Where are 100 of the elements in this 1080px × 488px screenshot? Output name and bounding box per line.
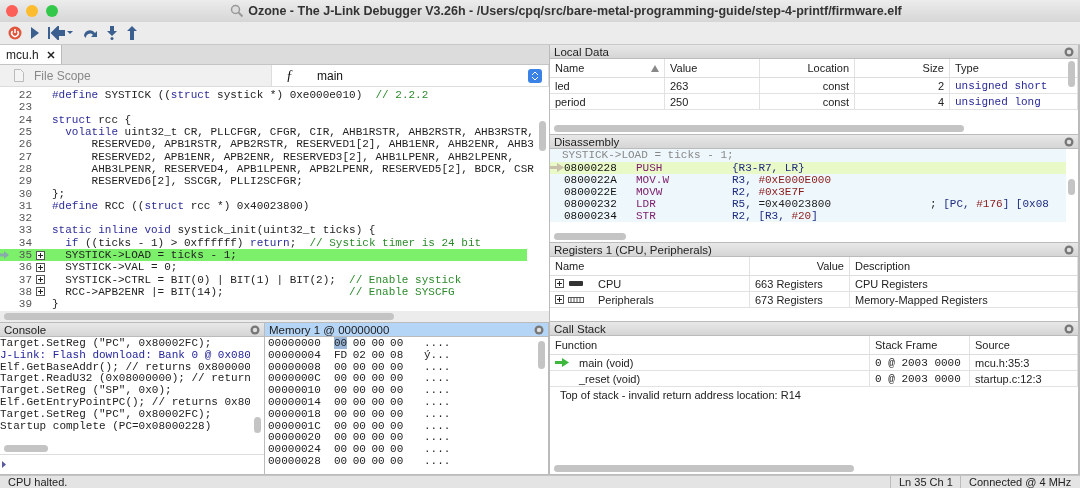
expand-icon[interactable] xyxy=(555,279,564,288)
column-header[interactable]: Function xyxy=(550,336,870,354)
tree-item[interactable]: Peripherals xyxy=(550,292,750,307)
panel-title: Console xyxy=(4,323,47,336)
column-header[interactable]: Description xyxy=(850,257,1078,275)
scrollbar-thumb[interactable] xyxy=(539,121,546,151)
memory-bytes: 00 00 00 00 xyxy=(334,432,405,445)
console-line: Startup complete (PC=0x08000228) xyxy=(0,420,213,433)
memory-ascii: .... xyxy=(424,373,452,386)
expand-icon[interactable] xyxy=(36,287,45,297)
operands: R5, =0x40023800 xyxy=(732,198,833,211)
memory-ascii: .... xyxy=(424,385,452,397)
column-header[interactable]: Stack Frame xyxy=(870,336,970,354)
console-line: Target.SetReg ("PC", 0x80002FC); xyxy=(0,338,213,350)
play-icon[interactable] xyxy=(30,26,40,40)
scrollbar-thumb[interactable] xyxy=(1068,61,1075,87)
scrollbar-thumb[interactable] xyxy=(554,465,854,472)
memory-bytes: 00 00 00 00 xyxy=(334,408,405,421)
scrollbar-thumb[interactable] xyxy=(1068,179,1075,195)
code-text: AHB3LPENR, RESERVED4, APB1LPENR, APB2LPENR, RESERVED5[2], BDCR, CSR xyxy=(90,162,534,175)
panel-title: Call Stack xyxy=(554,322,606,335)
code-text: SYSTICK->LOAD = ticks - 1; xyxy=(64,249,237,261)
current-position-arrow-icon xyxy=(555,358,569,367)
memory-bytes: 00 00 00 00 xyxy=(334,373,405,386)
instruction-comment: ; [PC, #176] [0x08 xyxy=(930,198,1049,211)
table-cell: 0 @ 2003 0000 xyxy=(870,371,970,386)
memory-address: 0000001C xyxy=(268,420,322,433)
code-text: static inline void systick_init(uint32_t ticks) { xyxy=(51,224,376,237)
power-icon[interactable] xyxy=(8,26,22,40)
close-icon[interactable] xyxy=(46,50,55,59)
memory-bytes: 00 00 00 00 xyxy=(334,397,405,409)
table-cell: const xyxy=(760,78,855,93)
line-number: 32 xyxy=(17,212,33,225)
column-header[interactable]: Location xyxy=(760,59,855,77)
step-back-icon[interactable] xyxy=(48,26,74,40)
scrollbar-thumb[interactable] xyxy=(554,233,626,240)
console-line: Elf.GetEntryPointPC(); // returns 0x80 xyxy=(0,397,250,409)
memory-ascii: ý... xyxy=(424,349,452,362)
column-header[interactable]: Name xyxy=(550,257,750,275)
file-tab[interactable]: mcu.h xyxy=(0,45,62,64)
memory-bytes: FD 02 00 08 xyxy=(334,349,405,362)
close-window-button[interactable] xyxy=(6,5,18,17)
scrollbar-thumb[interactable] xyxy=(4,313,394,320)
memory-bytes: 00 00 00 00 xyxy=(334,420,405,433)
function-dropdown[interactable]: ƒ main xyxy=(272,65,549,86)
scrollbar-thumb[interactable] xyxy=(538,341,545,369)
table-cell: CPU Registers xyxy=(850,276,1078,291)
mnemonic: STR xyxy=(636,210,657,223)
column-header[interactable]: Value xyxy=(750,257,850,275)
expand-icon[interactable] xyxy=(36,275,45,285)
memory-address: 00000024 xyxy=(268,444,322,456)
scrollbar-thumb[interactable] xyxy=(4,445,48,452)
table-cell: 673 Registers xyxy=(750,292,850,307)
sort-icon xyxy=(651,64,659,72)
line-number: 33 xyxy=(17,224,33,237)
scrollbar-thumb[interactable] xyxy=(554,125,964,132)
memory-bytes: 00 00 00 00 xyxy=(334,385,405,397)
memory-bytes: 00 00 00 00 xyxy=(334,444,405,456)
line-number: 31 xyxy=(17,199,33,212)
memory-address: 00000004 xyxy=(268,349,322,362)
memory-ascii: .... xyxy=(424,420,452,433)
tree-item[interactable]: CPU xyxy=(550,276,750,291)
stack-message: Top of stack - invalid return address location: R14 xyxy=(559,388,802,403)
expand-icon[interactable] xyxy=(36,250,45,260)
instruction-address: 08000234 xyxy=(564,210,618,223)
operands: R2, [R3, #20] xyxy=(732,210,819,223)
line-number: 26 xyxy=(17,138,33,151)
pc-arrow-icon xyxy=(550,163,564,173)
operands: R3, #0xE000E000 xyxy=(732,173,833,186)
column-header[interactable]: Source xyxy=(970,336,1078,354)
scrollbar-thumb[interactable] xyxy=(254,417,261,433)
line-number: 37 xyxy=(17,273,33,286)
memory-address: 00000020 xyxy=(268,432,322,445)
tab-label: mcu.h xyxy=(6,47,39,62)
memory-ascii: .... xyxy=(424,408,452,421)
table-cell: 4 xyxy=(855,94,950,109)
table-cell: 2 xyxy=(855,78,950,93)
line-number: 23 xyxy=(17,101,33,114)
line-number: 22 xyxy=(17,89,33,102)
stack-frame-row[interactable]: _reset (void) xyxy=(550,371,870,386)
memory-address: 00000010 xyxy=(268,385,322,397)
mnemonic: MOVW xyxy=(636,185,664,198)
table-cell: 663 Registers xyxy=(750,276,850,291)
column-header[interactable]: Value xyxy=(665,59,760,77)
memory-bytes: 00 00 00 00 xyxy=(334,455,405,468)
stack-frame-row[interactable]: main (void) xyxy=(550,355,870,370)
line-number: 24 xyxy=(17,113,33,126)
expand-icon[interactable] xyxy=(555,295,564,304)
panel-title: Local Data xyxy=(554,45,609,58)
step-out-icon[interactable] xyxy=(126,26,138,40)
column-header[interactable]: Size xyxy=(855,59,950,77)
pc-arrow-icon xyxy=(0,251,9,259)
table-cell: 0 @ 2003 0000 xyxy=(870,355,970,370)
table-cell: period xyxy=(550,94,665,109)
code-text: RESERVED0, APB1RSTR, APB2RSTR, RESERVED1[2], AHB1ENR, AHB2ENR, AHB3 xyxy=(90,138,534,151)
memory-ascii: .... xyxy=(424,444,452,456)
expand-icon[interactable] xyxy=(36,262,45,272)
mnemonic: MOV.W xyxy=(636,173,670,186)
step-into-icon[interactable] xyxy=(106,26,118,40)
column-header[interactable]: Name xyxy=(550,59,665,77)
